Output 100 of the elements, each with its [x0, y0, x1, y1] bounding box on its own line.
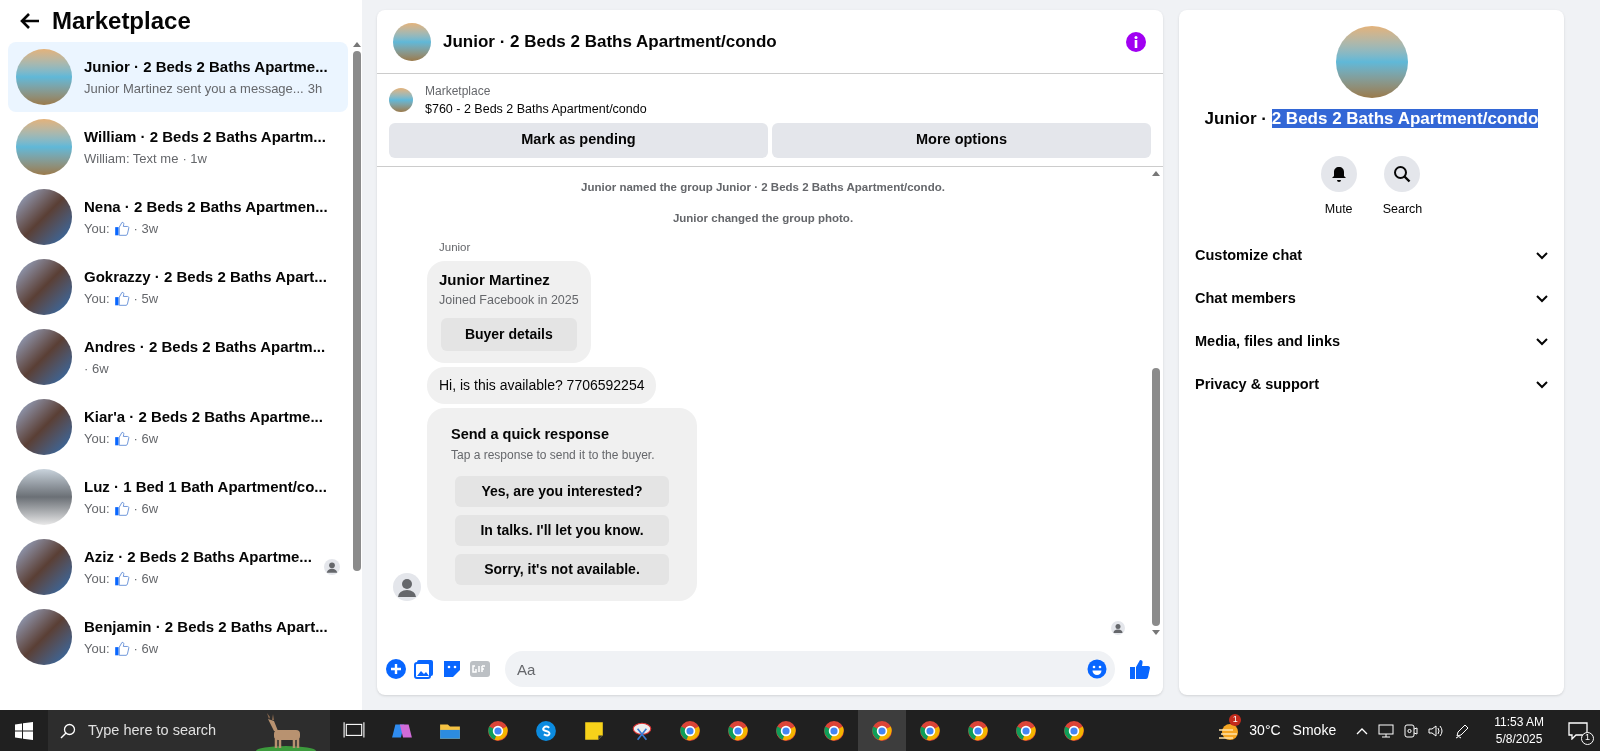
sticker-icon[interactable] — [441, 658, 463, 680]
message-preview: You: — [84, 429, 110, 448]
image-icon[interactable] — [413, 658, 435, 680]
seen-avatar-icon — [1111, 621, 1125, 635]
section-title: Media, files and links — [1195, 331, 1341, 351]
taskbar-app[interactable] — [858, 710, 906, 751]
emoji-icon[interactable] — [1087, 659, 1107, 679]
scroll-up-icon[interactable] — [352, 42, 361, 47]
section-title: Privacy & support — [1195, 374, 1320, 394]
message-input[interactable]: Aa — [505, 651, 1115, 687]
search-icon — [60, 722, 76, 739]
button-label: Search — [1382, 200, 1423, 218]
message-preview: You: — [84, 569, 110, 588]
message-time: · 6w — [133, 569, 159, 588]
event-notice: Junior named the group Junior · 2 Beds 2 Baths Apartment/condo. — [581, 179, 945, 195]
conversation-title: Nena · 2 Beds 2 Baths Apartmen... — [84, 197, 329, 217]
listing-photo — [393, 22, 431, 61]
chevron-up-icon[interactable] — [1356, 726, 1369, 735]
message-preview: Junior Martinez sent you a message... — [84, 79, 304, 98]
clock-time[interactable]: 11:53 AM — [1494, 713, 1544, 731]
conversation-title: Aziz · 2 Beds 2 Baths Apartme... — [84, 547, 312, 567]
back-arrow-icon[interactable] — [20, 12, 40, 30]
user-avatar-icon — [393, 572, 421, 601]
message-preview: You: — [84, 639, 110, 658]
quick-response-title: Send a quick response — [451, 424, 610, 444]
browser-icon — [967, 719, 989, 742]
browser-icon — [727, 719, 749, 742]
speaker-icon[interactable] — [1428, 723, 1445, 738]
search-placeholder: Type here to search — [88, 720, 217, 740]
thumbs-up-icon[interactable] — [1129, 658, 1151, 680]
conversation-item[interactable]: Junior · 2 Beds 2 Baths Apartme... Junior Martinez sent you a message... 3h — [8, 42, 348, 112]
conversation-title: Junior · 2 Beds 2 Baths Apartme... — [84, 57, 329, 77]
listing-photo — [389, 88, 413, 113]
scroll-up-icon[interactable] — [1152, 170, 1160, 176]
network-icon[interactable] — [1378, 723, 1395, 738]
conversation-title: William · 2 Beds 2 Baths Apartm... — [84, 127, 327, 147]
pen-icon[interactable] — [1454, 722, 1471, 739]
donkey-drawing — [256, 713, 316, 751]
message-preview: William: Text me — [84, 149, 179, 168]
event-notice: Junior changed the group photo. — [672, 211, 854, 226]
plus-icon[interactable] — [385, 658, 407, 680]
profile-joined: Joined Facebook in 2025 — [439, 292, 579, 309]
action-button[interactable]: More options — [772, 122, 1151, 158]
sticky-note-icon — [583, 719, 605, 742]
bell-button[interactable] — [1320, 155, 1357, 192]
windows-logo-icon[interactable] — [15, 721, 33, 740]
message-time: · 1w — [182, 149, 207, 168]
conversation-title: Gokrazzy · 2 Beds 2 Baths Apart... — [84, 267, 328, 287]
message-time: · 6w — [133, 499, 159, 518]
conversation-title: Luz · 1 Bed 1 Bath Apartment/co... — [84, 477, 328, 497]
browser-icon — [871, 719, 893, 742]
browser-icon — [919, 719, 941, 742]
conversation-title: Andres · 2 Beds 2 Baths Apartm... — [84, 337, 327, 357]
message-time: · 5w — [133, 289, 159, 308]
profile-name: Junior Martinez — [439, 269, 551, 290]
clock-date[interactable]: 5/8/2025 — [1495, 730, 1543, 748]
weather-badge: 1 — [1229, 714, 1242, 726]
chat-title: Junior · 2 Beds 2 Baths Apartment/condo — [443, 30, 778, 53]
button-label: Mute — [1324, 200, 1353, 218]
browser-icon — [1063, 719, 1085, 742]
browser-icon — [823, 719, 845, 742]
listing-summary: $760 - 2 Beds 2 Baths Apartment/condo — [425, 101, 647, 118]
section-title: Chat members — [1195, 288, 1296, 308]
browser-icon — [775, 719, 797, 742]
listing-source: Marketplace — [425, 83, 492, 100]
message-preview: You: — [84, 289, 110, 308]
camera-icon[interactable] — [1404, 723, 1419, 738]
buyer-details-button[interactable]: Buyer details — [440, 317, 577, 351]
message-bubble: Hi, is this available? 7706592254 — [427, 366, 657, 404]
search-icon — [1392, 163, 1413, 184]
section-header[interactable]: Customize chat — [1195, 234, 1548, 278]
browser-icon — [1015, 719, 1037, 742]
section-header[interactable]: Media, files and links — [1195, 320, 1548, 364]
notification-count: 1 — [1581, 731, 1594, 745]
page-title: Marketplace — [52, 6, 191, 36]
quick-response-button[interactable]: In talks. I'll let you know. — [455, 514, 669, 546]
temperature: 30°C — [1249, 721, 1281, 740]
quick-response-button[interactable]: Yes, are you interested? — [455, 475, 669, 507]
action-button[interactable]: Mark as pending — [389, 122, 768, 158]
section-header[interactable]: Privacy & support — [1195, 363, 1548, 407]
message-preview: You: — [84, 499, 110, 518]
info-icon[interactable] — [1125, 30, 1147, 53]
message-time: · 6w — [84, 359, 109, 378]
browser-icon — [487, 719, 509, 742]
message-time: · 6w — [133, 429, 159, 448]
taskbar-search-field[interactable]: Type here to search — [48, 710, 330, 751]
message-time: · 3w — [133, 219, 159, 238]
scroll-down-icon[interactable] — [1152, 630, 1160, 635]
section-title: Customize chat — [1195, 245, 1303, 265]
weather-condition: Smoke — [1292, 721, 1337, 740]
message-time: · 6w — [133, 639, 159, 658]
sender-name: Junior — [439, 240, 471, 256]
quick-response-button[interactable]: Sorry, it's not available. — [455, 553, 669, 585]
section-header[interactable]: Chat members — [1195, 277, 1548, 321]
quick-response-hint: Tap a response to send it to the buyer. — [451, 446, 656, 464]
skype-icon — [535, 719, 557, 742]
notification-icon[interactable] — [1568, 721, 1588, 740]
search-button[interactable] — [1384, 155, 1421, 192]
conversation-title: Kiar'a · 2 Beds 2 Baths Apartme... — [84, 407, 324, 427]
message-time: 3h — [307, 79, 323, 98]
